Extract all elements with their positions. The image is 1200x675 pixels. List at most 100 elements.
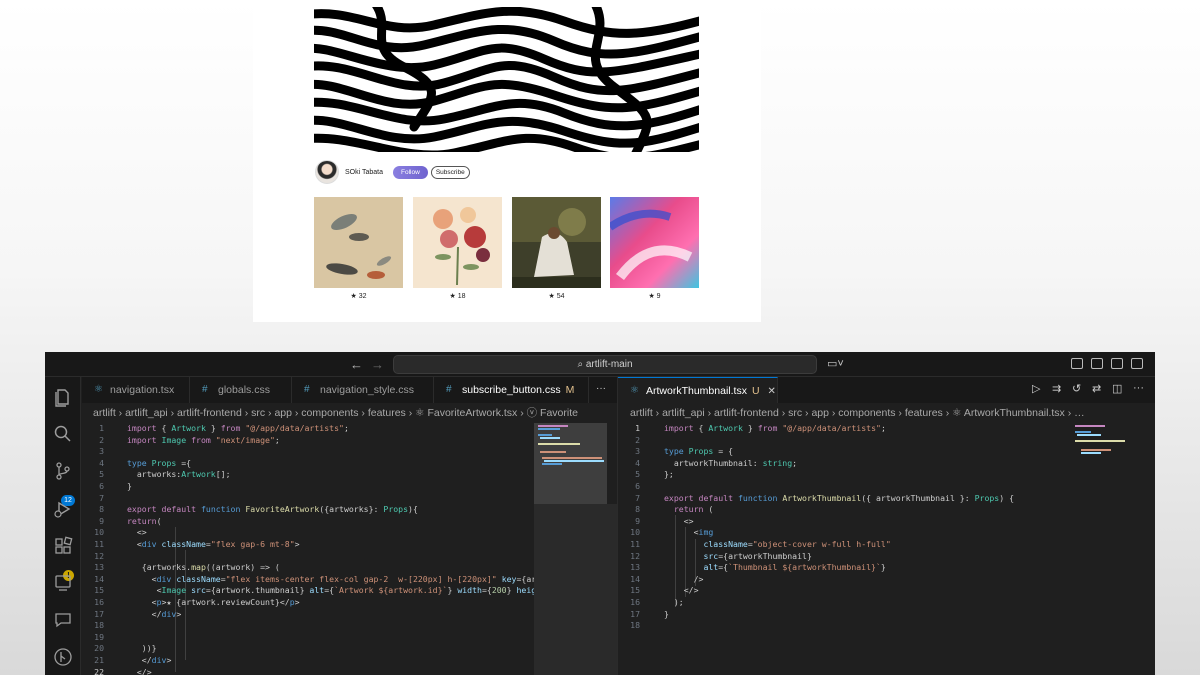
minimap-line	[1075, 431, 1091, 433]
swirl-pattern	[314, 7, 699, 152]
line-number: 11	[94, 539, 104, 549]
code-line: import { Artwork } from "@/app/data/arti…	[664, 423, 886, 433]
minimap-line	[1075, 440, 1125, 442]
minimap-line	[542, 463, 562, 465]
activity-bar: 12 !	[45, 377, 81, 675]
code-line: type Props ={	[127, 457, 192, 468]
compare-changes-icon[interactable]: ⇉	[1052, 382, 1061, 395]
code-line: <div className="flex items-center flex-c…	[127, 573, 534, 584]
line-number: 11	[630, 539, 640, 549]
command-center-search[interactable]: ⌕ artlift-main	[393, 355, 817, 374]
remote-explorer-icon[interactable]	[53, 573, 73, 593]
code-line: type Props = {	[664, 446, 734, 457]
run-icon[interactable]: ▷	[1032, 382, 1040, 395]
toggle-secondary-sidebar-icon[interactable]	[1131, 358, 1143, 369]
title-bar: ← → ⌕ artlift-main ▭˅	[45, 352, 1155, 377]
line-number: 1	[635, 423, 640, 433]
line-number: 18	[630, 620, 640, 631]
code-line: export default function FavoriteArtwork(…	[127, 504, 418, 515]
extensions-icon[interactable]	[53, 536, 73, 556]
right-minimap[interactable]	[1073, 423, 1155, 675]
breadcrumb[interactable]: artlift › artlift_api › artlift-frontend…	[630, 403, 1150, 423]
tab-navigation-tsx[interactable]: ⚛ navigation.tsx	[82, 377, 190, 403]
code-line: <div className="flex gap-6 mt-8">	[127, 539, 300, 549]
tab-globals-css[interactable]: # globals.css	[190, 377, 292, 403]
chat-icon[interactable]	[53, 610, 73, 630]
minimap-line	[1081, 452, 1101, 454]
line-number: 10	[94, 527, 104, 538]
search-icon[interactable]	[53, 424, 73, 444]
line-number: 14	[630, 573, 640, 584]
more-actions-icon[interactable]: ···	[1133, 382, 1144, 394]
line-number: 17	[94, 608, 104, 619]
source-control-icon[interactable]	[53, 461, 73, 481]
code-line: import { Artwork } from "@/app/data/arti…	[127, 423, 349, 433]
forward-arrow-icon[interactable]: →	[371, 357, 384, 372]
avatar[interactable]	[315, 160, 339, 184]
code-line: alt={`Thumbnail ${artworkThumbnail}`}	[703, 562, 886, 573]
timeline-icon[interactable]: ↺	[1072, 382, 1081, 395]
css-icon: #	[446, 384, 452, 395]
follow-button[interactable]: Follow	[393, 165, 428, 179]
react-icon: ⚛	[630, 385, 639, 396]
line-number: 12	[630, 550, 640, 561]
minimap-line	[540, 451, 566, 453]
artist-profile-row: SOki Tabata Follow Subscribe	[315, 158, 470, 186]
artwork-thumbnail-flowers[interactable]	[413, 197, 502, 288]
artwork-thumbnail-abstract[interactable]	[610, 197, 699, 288]
right-code-editor[interactable]: 1 2 3 4 5 6 7 8 9 10 11 12 13 14 15 16 1…	[618, 423, 1073, 675]
artwork-thumbnail-birds[interactable]	[314, 197, 403, 288]
line-number: 5	[635, 469, 640, 480]
left-tab-bar: ⚛ navigation.tsx # globals.css # navigat…	[82, 377, 617, 403]
code-line: <Image src={artwork.thumbnail} alt={`Art…	[127, 585, 534, 596]
tab-artwork-thumbnail-tsx[interactable]: ⚛ ArtworkThumbnail.tsx U ✕	[618, 377, 778, 403]
line-number: 4	[99, 457, 104, 468]
toggle-panel-icon[interactable]	[1111, 358, 1123, 369]
code-line: import Image from "next/image";	[127, 434, 280, 445]
minimap-line	[1075, 425, 1105, 427]
close-tab-icon[interactable]: ✕	[768, 386, 776, 397]
artwork-review-count: ★ 9	[648, 293, 661, 300]
minimap-line	[544, 460, 604, 462]
code-line: src={artworkThumbnail}	[703, 550, 812, 561]
line-number: 5	[99, 469, 104, 480]
open-changes-icon[interactable]: ⇄	[1092, 382, 1101, 395]
minimap-line	[540, 437, 560, 439]
left-code-editor[interactable]: 1 2 3 4 5 6 7 8 9 10 11 12 13 14 15 16 1…	[82, 423, 534, 675]
breadcrumb[interactable]: artlift › artlift_api › artlift-frontend…	[93, 403, 617, 423]
split-editor-icon[interactable]: ◫	[1112, 382, 1122, 395]
code-line: <>	[664, 515, 694, 526]
minimap-line	[1077, 434, 1101, 436]
search-icon: ⌕	[577, 359, 586, 370]
hero-artwork-image	[314, 7, 699, 152]
react-icon: ⚛	[94, 384, 103, 395]
code-line: );	[664, 597, 684, 607]
css-icon: #	[304, 384, 310, 395]
back-arrow-icon[interactable]: ←	[350, 357, 363, 372]
code-line: <>	[127, 527, 147, 538]
line-number: 10	[630, 527, 640, 538]
untracked-indicator: U	[751, 385, 760, 397]
line-number: 21	[94, 655, 104, 665]
line-number: 2	[635, 434, 640, 445]
git-graph-icon[interactable]	[53, 647, 73, 667]
tab-subscribe-button-css[interactable]: # subscribe_button.css M	[434, 377, 589, 403]
explorer-icon[interactable]	[53, 387, 73, 407]
run-debug-icon[interactable]	[53, 499, 73, 519]
copilot-chat-icon[interactable]: ▭˅	[827, 357, 844, 370]
line-number: 14	[94, 573, 104, 584]
line-number: 15	[630, 585, 640, 596]
line-number: 17	[630, 608, 640, 619]
code-line: <p>★ {artwork.reviewCount}</p>	[127, 597, 300, 607]
more-actions-icon[interactable]: ···	[596, 383, 606, 394]
line-number: 18	[94, 620, 104, 631]
line-number: 3	[99, 446, 104, 457]
subscribe-button[interactable]: Subscribe	[430, 165, 470, 179]
tab-navigation-style-css[interactable]: # navigation_style.css	[292, 377, 434, 403]
line-number: 15	[94, 585, 104, 596]
toggle-primary-sidebar-icon[interactable]	[1091, 358, 1103, 369]
customize-layout-icon[interactable]	[1071, 358, 1083, 369]
line-number: 20	[94, 643, 104, 654]
code-line: </div>	[127, 655, 172, 665]
artwork-thumbnail-girl[interactable]	[512, 197, 601, 288]
